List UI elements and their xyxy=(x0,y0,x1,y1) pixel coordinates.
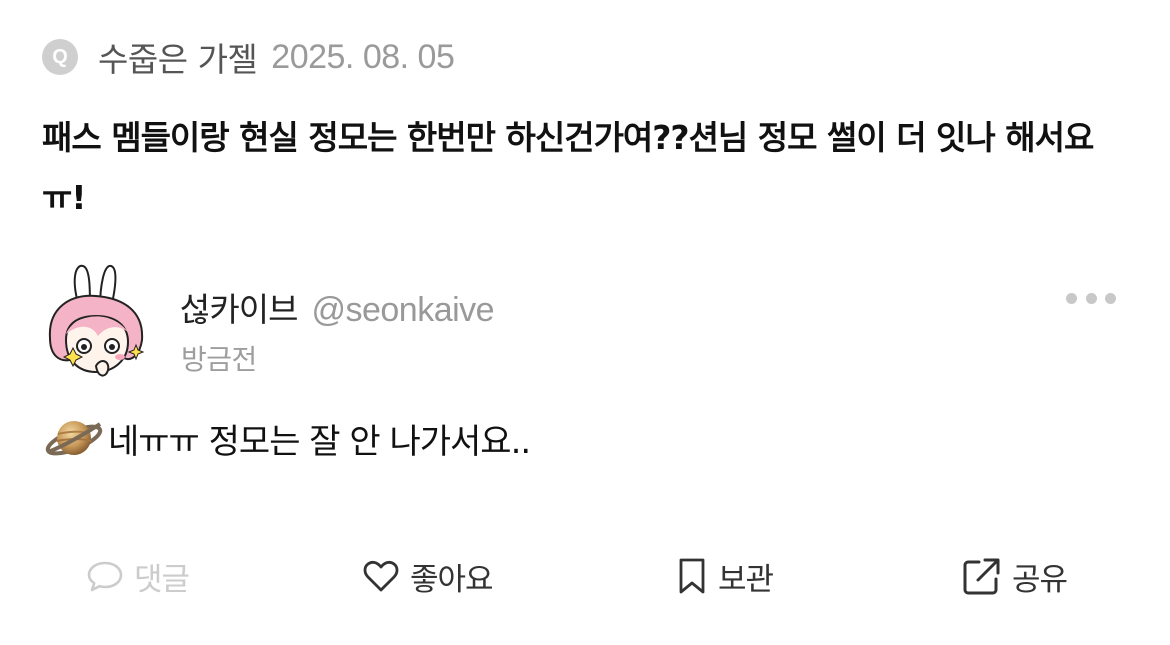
comment-label: 댓글 xyxy=(134,561,190,598)
more-dot xyxy=(1066,292,1077,304)
save-label: 보관 xyxy=(718,561,774,598)
comment-button[interactable]: 댓글 xyxy=(86,548,190,604)
answer-body: 네ㅠㅠ 정모는 잘 안 나가서요.. xyxy=(44,403,531,473)
answer-author-row: 섢카이브 @seonkaive xyxy=(180,283,495,331)
action-bar: 댓글 좋아요 보관 공유 xyxy=(0,548,1170,604)
heart-icon xyxy=(363,560,399,592)
answer-author-handle[interactable]: @seonkaive xyxy=(311,291,494,330)
question-text: 패스 멤들이랑 현실 정모는 한번만 하신건가여??션님 정모 썰이 더 잇나 … xyxy=(42,118,1094,217)
more-icon[interactable] xyxy=(1066,287,1116,309)
question-date: 2025. 08. 05 xyxy=(271,37,455,76)
question-header: Q 수줍은 가젤 2025. 08. 05 xyxy=(42,34,455,80)
bookmark-icon xyxy=(679,558,705,594)
more-dot xyxy=(1105,292,1116,304)
avatar[interactable] xyxy=(40,258,152,384)
planet-icon xyxy=(45,421,103,456)
answer-text: 네ㅠㅠ 정모는 잘 안 나가서요.. xyxy=(108,421,531,462)
more-dot xyxy=(1085,292,1097,304)
share-icon xyxy=(963,558,1000,595)
like-label: 좋아요 xyxy=(410,561,494,598)
share-button[interactable]: 공유 xyxy=(962,548,1068,604)
question-author: 수줍은 가젤 xyxy=(98,40,258,79)
answer-timestamp: 방금전 xyxy=(181,343,257,376)
save-button[interactable]: 보관 xyxy=(676,548,774,604)
like-button[interactable]: 좋아요 xyxy=(362,548,494,604)
share-label: 공유 xyxy=(1012,561,1068,598)
qa-card: Q 수줍은 가젤 2025. 08. 05 패스 멤들이랑 현실 정모는 한번만… xyxy=(0,0,1170,645)
answer-author-name[interactable]: 섢카이브 xyxy=(180,283,298,331)
comment-icon xyxy=(87,561,123,592)
question-badge: Q xyxy=(42,39,78,75)
